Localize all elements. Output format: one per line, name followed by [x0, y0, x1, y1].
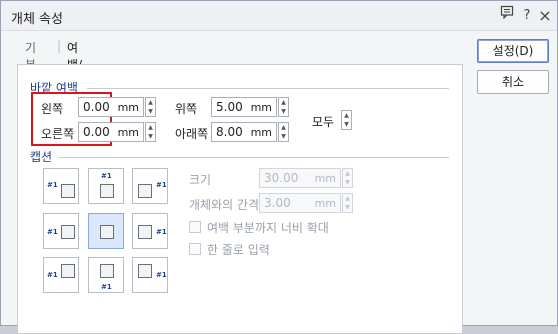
- extend-width-checkbox[interactable]: [189, 221, 201, 233]
- caption-divider: [59, 157, 449, 158]
- single-line-checkbox[interactable]: [189, 243, 201, 255]
- top-margin-spinner[interactable]: ▲ ▼: [278, 97, 289, 117]
- caption-size-input[interactable]: 30.00 mm: [259, 168, 341, 188]
- bottom-margin-spinner[interactable]: ▲ ▼: [278, 122, 289, 142]
- top-margin-label: 위쪽: [175, 102, 198, 116]
- right-margin-spinner[interactable]: ▲ ▼: [145, 122, 156, 142]
- object-properties-dialog: 개체 속성 ? × 기본 | 여백/캡션 바깥 여백 왼쪽 0.00 mm ▲▼…: [0, 0, 558, 334]
- caption-gap-input[interactable]: 3.00 mm: [259, 193, 341, 213]
- all-margin-spinner[interactable]: ▲ ▼: [341, 110, 352, 130]
- caption-gap-label: 개체와의 간격: [189, 198, 260, 212]
- caption-pos-top-left[interactable]: #1: [43, 168, 79, 204]
- left-margin-label: 왼쪽: [41, 102, 64, 116]
- caption-size-label: 크기: [189, 173, 212, 187]
- right-margin-input[interactable]: 0.00 mm: [78, 122, 144, 142]
- cancel-button[interactable]: 취소: [477, 70, 549, 94]
- tab-separator: |: [57, 39, 62, 53]
- caption-title: 캡션: [30, 150, 53, 164]
- caption-pos-bottom-left[interactable]: #1: [43, 257, 79, 293]
- comment-icon[interactable]: [497, 5, 517, 27]
- bottom-margin-input[interactable]: 8.00 mm: [211, 122, 277, 142]
- caption-pos-none[interactable]: [88, 213, 124, 249]
- caption-pos-bottom-right[interactable]: #1: [132, 257, 168, 293]
- title-bar: 개체 속성 ? ×: [1, 1, 557, 31]
- caption-size-spinner[interactable]: ▲ ▼: [342, 168, 353, 188]
- caption-pos-top-center[interactable]: #1: [88, 168, 124, 204]
- help-icon[interactable]: ?: [517, 5, 537, 27]
- bottom-margin-label: 아래쪽: [175, 127, 209, 141]
- left-margin-input[interactable]: 0.00 mm: [78, 97, 144, 117]
- outer-margin-divider: [87, 88, 449, 89]
- extend-width-label: 여백 부분까지 너비 확대: [207, 221, 329, 235]
- caption-pos-top-right[interactable]: #1: [132, 168, 168, 204]
- left-margin-spinner[interactable]: ▲ ▼: [145, 97, 156, 117]
- all-margin-label: 모두: [312, 115, 335, 129]
- caption-pos-bottom-center[interactable]: #1: [88, 257, 124, 293]
- caption-pos-middle-right[interactable]: #1: [132, 213, 168, 249]
- ok-button[interactable]: 설정(D): [477, 39, 549, 63]
- caption-gap-spinner[interactable]: ▲ ▼: [342, 193, 353, 213]
- top-margin-input[interactable]: 5.00 mm: [211, 97, 277, 117]
- right-margin-label: 오른쪽: [41, 127, 75, 141]
- caption-pos-middle-left[interactable]: #1: [43, 213, 79, 249]
- single-line-label: 한 줄로 입력: [207, 243, 270, 257]
- close-icon[interactable]: ×: [535, 5, 555, 27]
- dialog-title: 개체 속성: [11, 12, 63, 27]
